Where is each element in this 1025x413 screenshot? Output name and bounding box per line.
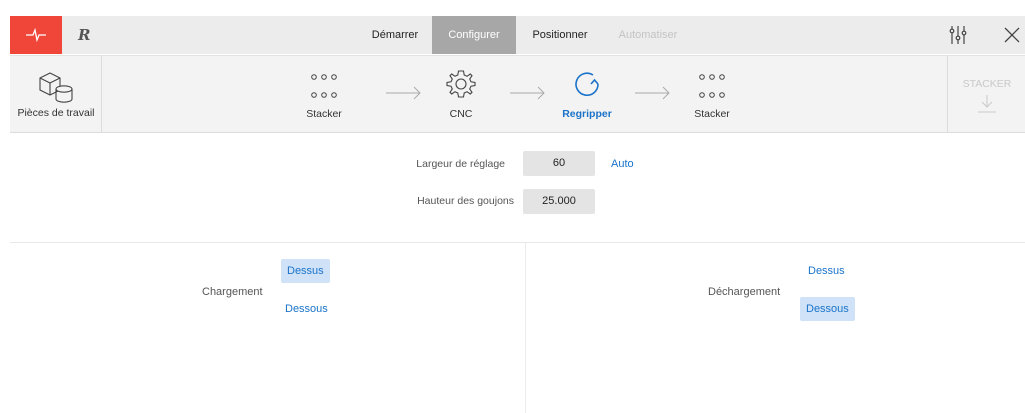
arrow-right-icon	[386, 86, 421, 100]
workpieces-button[interactable]: Pièces de travail	[10, 56, 102, 133]
tab-positionner[interactable]: Positionner	[518, 16, 602, 54]
dots-grid-icon	[699, 74, 725, 98]
height-field[interactable]: 25.000	[523, 189, 595, 214]
height-label: Hauteur des goujons	[417, 195, 514, 207]
step-cnc[interactable]: CNC	[421, 56, 501, 133]
tab-configurer[interactable]: Configurer	[432, 16, 516, 54]
rotate-icon	[575, 72, 599, 96]
step-regripper[interactable]: Regripper	[547, 56, 627, 133]
step-label: CNC	[449, 108, 473, 120]
auto-link[interactable]: Auto	[611, 158, 634, 170]
tab-automatiser: Automatiser	[618, 29, 678, 41]
loading-option-bottom[interactable]: Dessous	[279, 297, 334, 321]
sliders-icon[interactable]	[948, 24, 968, 46]
step-stacker-input[interactable]: Stacker	[284, 56, 364, 133]
unloading-option-top[interactable]: Dessus	[802, 259, 851, 283]
stacker-add-button: STACKER	[947, 56, 1025, 133]
column-divider	[525, 243, 526, 413]
step-label: Regripper	[562, 108, 612, 120]
close-icon[interactable]	[1003, 26, 1021, 44]
tab-demarrer[interactable]: Démarrer	[360, 16, 430, 54]
stacker-button-label: STACKER	[962, 78, 1012, 90]
width-field[interactable]: 60	[523, 151, 595, 176]
arrow-right-icon	[510, 86, 545, 100]
dots-grid-icon	[311, 74, 337, 98]
heartbeat-icon	[26, 28, 46, 42]
brand-button[interactable]	[10, 16, 62, 54]
workpieces-icon	[39, 72, 73, 103]
top-bar: R Démarrer Configurer Positionner Automa…	[10, 16, 1025, 54]
loading-option-top[interactable]: Dessus	[281, 259, 330, 283]
step-label: Stacker	[306, 108, 342, 120]
width-label: Largeur de réglage	[416, 158, 505, 170]
workpieces-label: Pièces de travail	[17, 107, 95, 119]
unloading-option-bottom[interactable]: Dessous	[800, 297, 855, 321]
workflow-bar: Pièces de travail Stacker CNC Regripper …	[10, 55, 1025, 133]
gear-icon	[446, 70, 476, 98]
section-divider	[10, 242, 1025, 243]
unloading-label: Déchargement	[708, 286, 781, 298]
download-icon	[978, 95, 996, 113]
step-label: Stacker	[694, 108, 730, 120]
step-stacker-output[interactable]: Stacker	[672, 56, 752, 133]
arrow-right-icon	[635, 86, 670, 100]
robot-logo: R	[78, 26, 91, 44]
loading-label: Chargement	[202, 286, 263, 298]
